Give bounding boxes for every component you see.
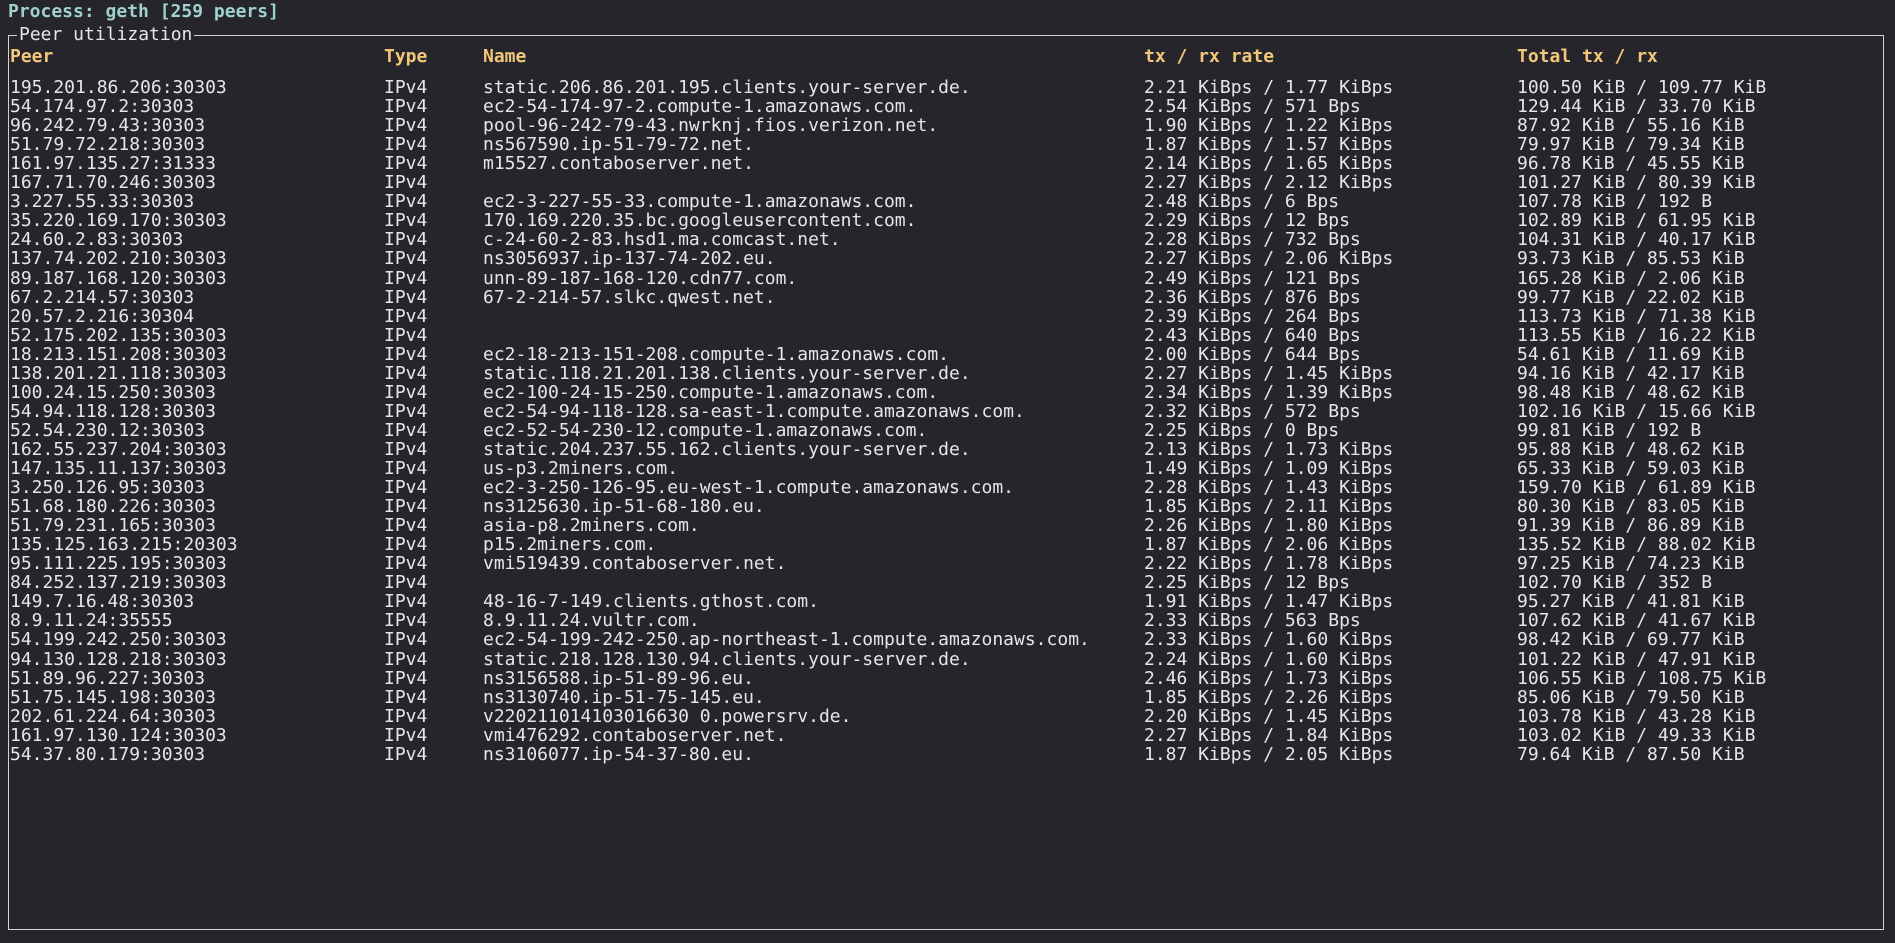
type-cell: IPv4 — [384, 743, 428, 765]
column-header-name: Name — [483, 46, 527, 67]
column-header-peer: Peer — [10, 46, 54, 67]
table-header: Peer Type Name tx / rx rate Total tx / r… — [10, 45, 1658, 68]
name-cell: vmi519439.contaboserver.net. — [483, 553, 787, 575]
total-cell: 79.64 KiB / 87.50 KiB — [1517, 743, 1745, 765]
column-header-rate: tx / rx rate — [1144, 46, 1275, 67]
name-cell: m15527.contaboserver.net. — [483, 153, 754, 175]
column-header-total: Total tx / rx — [1517, 46, 1658, 67]
panel-title: Peer utilization — [17, 23, 195, 47]
process-title: Process: geth [259 peers] — [8, 1, 279, 22]
peer-cell: 54.37.80.179:30303 — [10, 743, 206, 765]
column-header-type: Type — [384, 46, 428, 67]
rate-cell: 1.87 KiBps / 2.05 KiBps — [1144, 743, 1394, 765]
name-cell: ns3106077.ip-54-37-80.eu. — [483, 743, 754, 765]
name-cell: 67-2-214-57.slkc.qwest.net. — [483, 286, 776, 308]
